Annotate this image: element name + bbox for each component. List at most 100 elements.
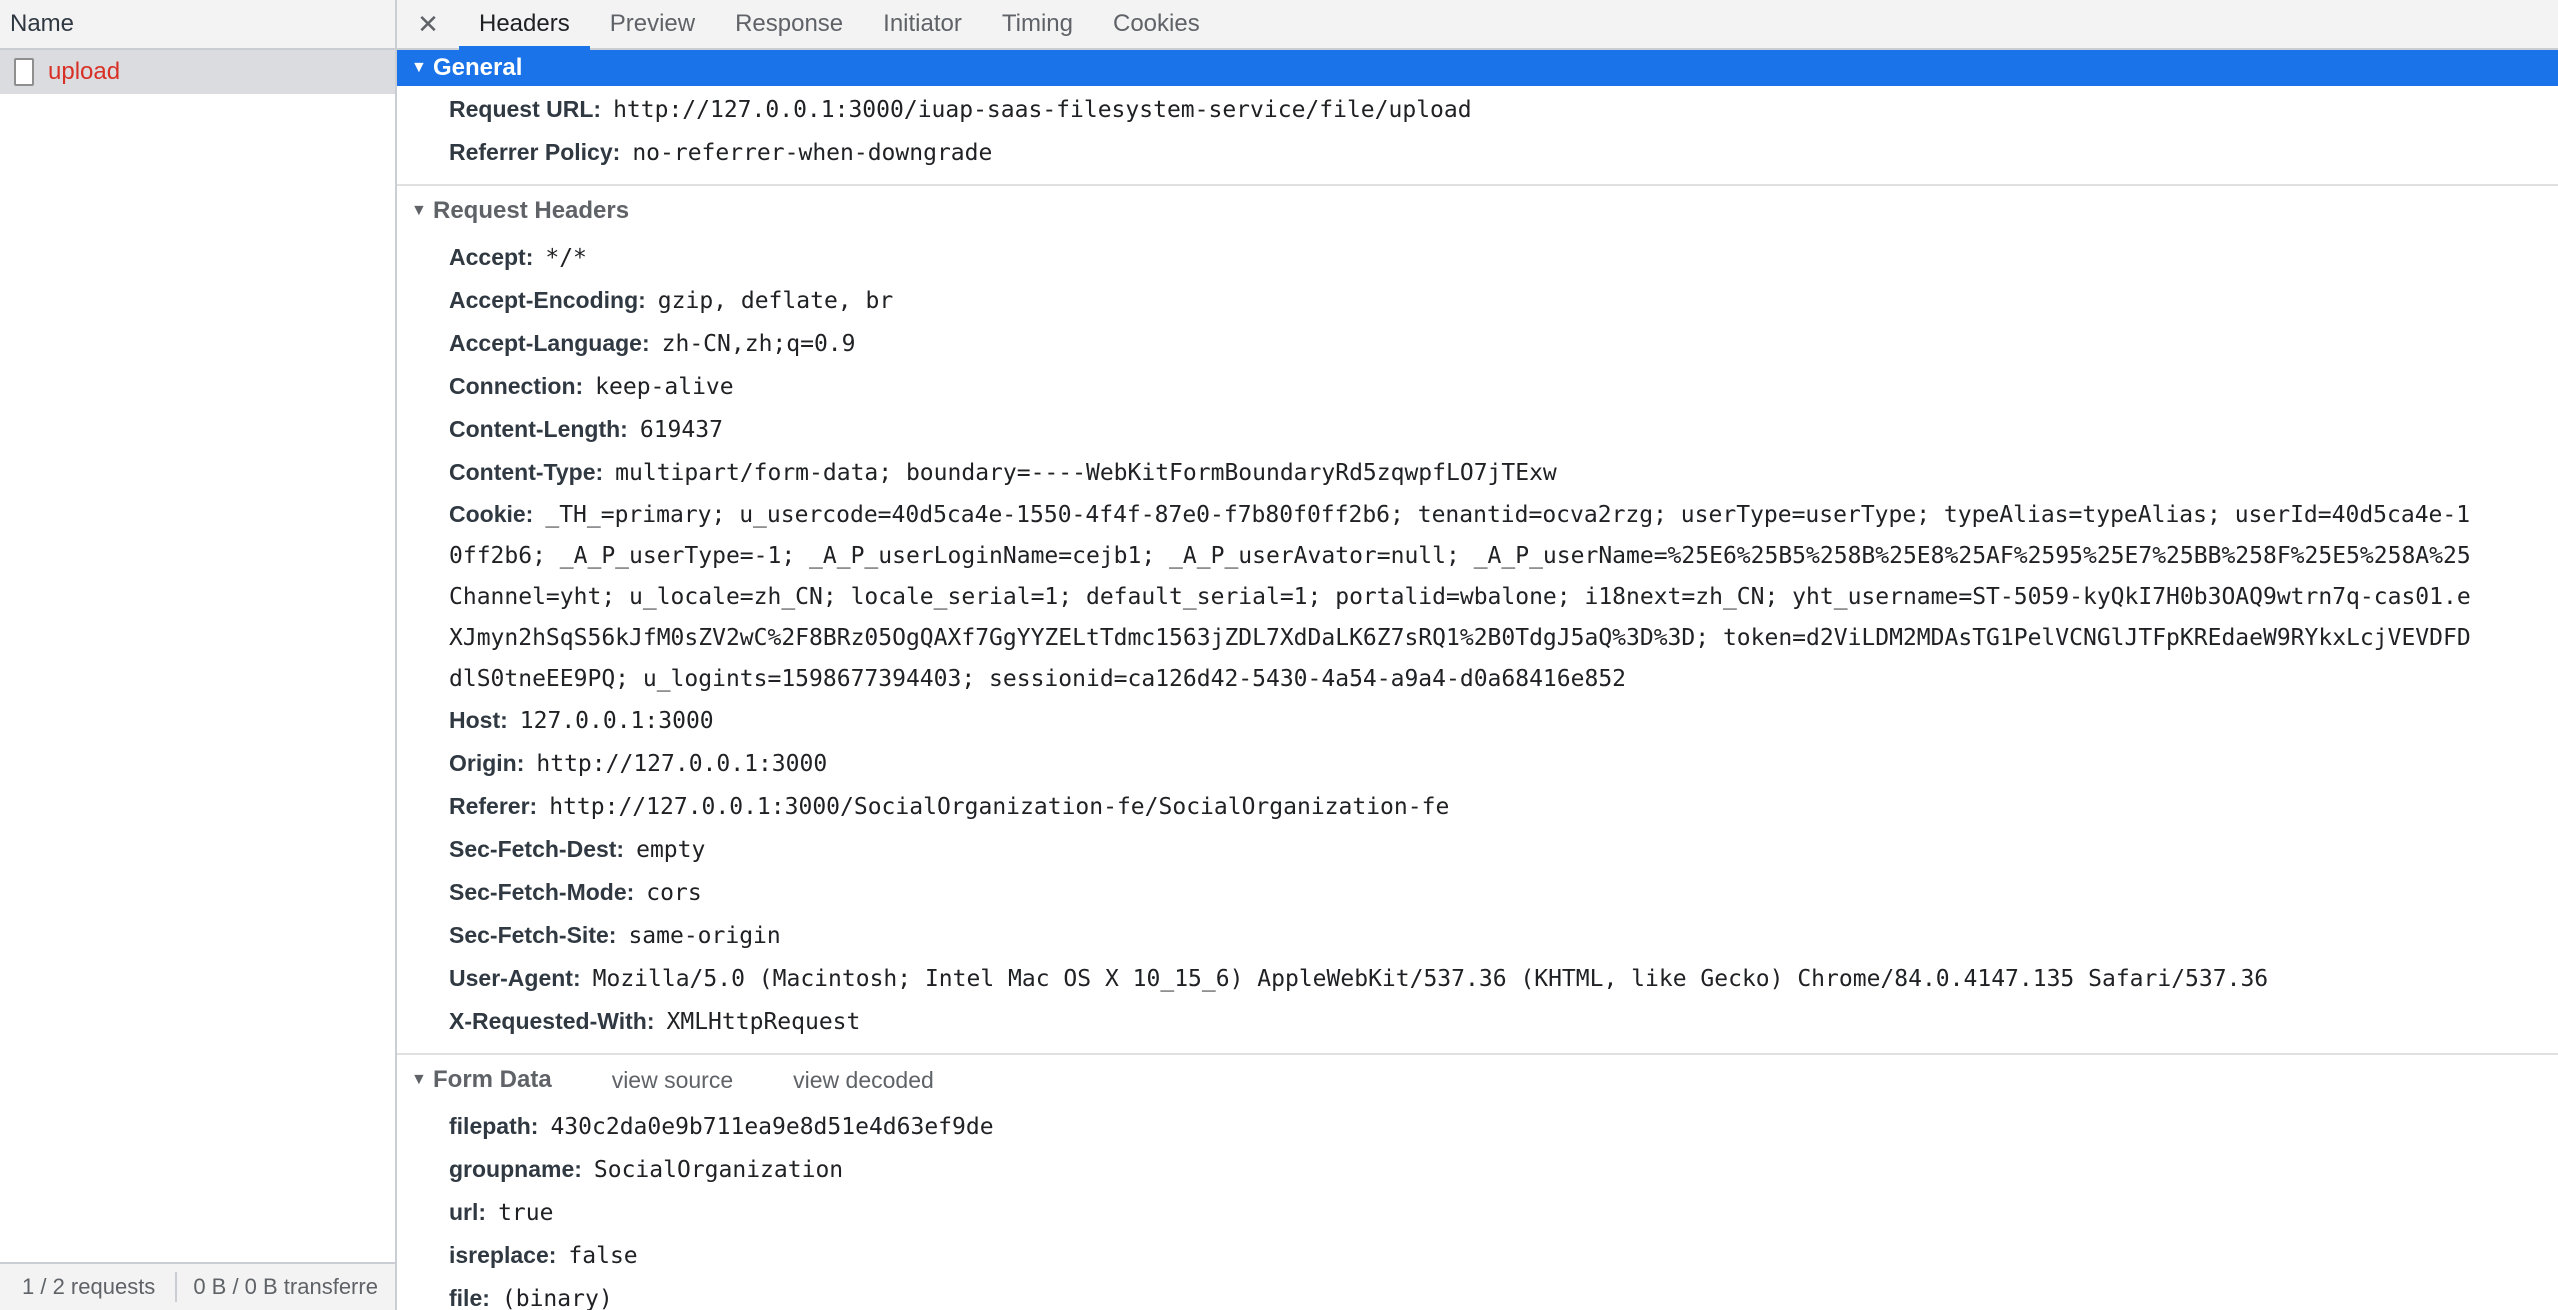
form-key: isreplace: <box>449 1242 557 1268</box>
header-key: Accept-Encoding: <box>449 287 646 313</box>
form-row: isreplace: false <box>449 1234 2558 1277</box>
name-column-header[interactable]: Name <box>0 0 395 50</box>
cookie-line: Channel=yht; u_locale=zh_CN; locale_seri… <box>449 576 2558 617</box>
header-row: Request URL: http://127.0.0.1:3000/iuap-s… <box>449 88 2558 131</box>
header-row: Sec-Fetch-Dest: empty <box>449 828 2558 871</box>
tab-headers[interactable]: Headers <box>459 0 590 50</box>
view-source-link[interactable]: view source <box>612 1067 733 1094</box>
header-key: Host: <box>449 707 508 733</box>
header-value: zh-CN,zh;q=0.9 <box>661 331 856 357</box>
form-value: true <box>498 1200 554 1226</box>
header-row: Sec-Fetch-Mode: cors <box>449 871 2558 914</box>
form-key: url: <box>449 1199 487 1225</box>
cookie-value: Channel=yht; u_locale=zh_CN; locale_seri… <box>449 584 2471 610</box>
header-key: Accept: <box>449 244 534 270</box>
general-section-header[interactable]: ▼ General <box>397 50 2558 86</box>
form-row: url: true <box>449 1191 2558 1234</box>
header-key: Content-Type: <box>449 459 604 485</box>
header-value: 127.0.0.1:3000 <box>519 708 714 734</box>
tab-preview[interactable]: Preview <box>590 0 715 48</box>
view-decoded-link[interactable]: view decoded <box>793 1067 934 1094</box>
header-value: http://127.0.0.1:3000/iuap-saas-filesyst… <box>613 97 1472 123</box>
section-title: Request Headers <box>433 197 630 224</box>
collapse-triangle-icon: ▼ <box>411 202 427 219</box>
request-headers-section-header[interactable]: ▼ Request Headers <box>397 186 2558 236</box>
request-list-panel: Name upload 1 / 2 requests 0 B / 0 B tra… <box>0 0 397 1310</box>
form-key: groupname: <box>449 1156 582 1182</box>
tab-response[interactable]: Response <box>715 0 863 48</box>
header-value: multipart/form-data; boundary=----WebKit… <box>615 460 1557 486</box>
header-value: no-referrer-when-downgrade <box>632 140 993 166</box>
header-value: */* <box>545 245 587 271</box>
header-key: Referrer Policy: <box>449 139 621 165</box>
request-header-rows: Accept: */* Accept-Encoding: gzip, deflate… <box>397 236 2558 1043</box>
form-row: groupname: SocialOrganization <box>449 1148 2558 1191</box>
header-value: 619437 <box>639 417 723 443</box>
form-data-rows: filepath: 430c2da0e9b711ea9e8d51e4d63ef9d… <box>397 1105 2558 1310</box>
header-value: gzip, deflate, br <box>657 288 894 314</box>
cookie-line: dlS0tneEE9PQ; u_logints=1598677394403; s… <box>449 658 2558 699</box>
form-data-section-header[interactable]: ▼ Form Data view source view decoded <box>397 1055 2558 1105</box>
request-details-panel: ✕ Headers Preview Response Initiator Tim… <box>397 0 2558 1310</box>
form-value: (binary) <box>501 1286 613 1310</box>
header-key: Sec-Fetch-Dest: <box>449 836 625 862</box>
header-value: same-origin <box>628 923 781 949</box>
header-row: Sec-Fetch-Site: same-origin <box>449 914 2558 957</box>
cookie-line: 0ff2b6; _A_P_userType=-1; _A_P_userLogin… <box>449 535 2558 576</box>
form-key: filepath: <box>449 1113 539 1139</box>
request-row-upload[interactable]: upload <box>0 50 395 94</box>
cookie-value: XJmyn2hSqS56kJfM0sZV2wC%2F8BRz05OgQAXf7G… <box>449 625 2471 651</box>
cookie-value: 0ff2b6; _A_P_userType=-1; _A_P_userLogin… <box>449 543 2471 569</box>
header-key: User-Agent: <box>449 965 581 991</box>
header-key: X-Requested-With: <box>449 1008 655 1034</box>
header-row: X-Requested-With: XMLHttpRequest <box>449 1000 2558 1043</box>
collapse-triangle-icon: ▼ <box>411 59 427 76</box>
general-rows: Request URL: http://127.0.0.1:3000/iuap-s… <box>397 86 2558 174</box>
header-key: Accept-Language: <box>449 330 650 356</box>
collapse-triangle-icon: ▼ <box>411 1071 427 1088</box>
cookie-value: _TH_=primary; u_usercode=40d5ca4e-1550-4… <box>545 502 2471 528</box>
document-icon <box>14 58 34 86</box>
header-row: Connection: keep-alive <box>449 365 2558 408</box>
cookie-header: Cookie: _TH_=primary; u_usercode=40d5ca4e… <box>449 494 2558 699</box>
section-title: General <box>433 54 523 81</box>
tab-initiator[interactable]: Initiator <box>863 0 982 48</box>
header-value: empty <box>636 837 706 863</box>
form-row: filepath: 430c2da0e9b711ea9e8d51e4d63ef9d… <box>449 1105 2558 1148</box>
header-key: Sec-Fetch-Mode: <box>449 879 635 905</box>
header-value: Mozilla/5.0 (Macintosh; Intel Mac OS X 1… <box>592 966 2269 992</box>
cookie-line: XJmyn2hSqS56kJfM0sZV2wC%2F8BRz05OgQAXf7G… <box>449 617 2558 658</box>
header-row: Origin: http://127.0.0.1:3000 <box>449 742 2558 785</box>
network-status-bar: 1 / 2 requests 0 B / 0 B transferre <box>0 1262 395 1310</box>
header-key: Sec-Fetch-Site: <box>449 922 617 948</box>
tab-timing[interactable]: Timing <box>982 0 1093 48</box>
header-key: Cookie: <box>449 501 534 527</box>
tab-cookies[interactable]: Cookies <box>1093 0 1220 48</box>
header-key: Referer: <box>449 793 538 819</box>
header-row: Content-Type: multipart/form-data; bounda… <box>449 451 2558 494</box>
cookie-line: Cookie: _TH_=primary; u_usercode=40d5ca4e… <box>449 494 2558 535</box>
header-key: Content-Length: <box>449 416 628 442</box>
header-row: Host: 127.0.0.1:3000 <box>449 699 2558 742</box>
header-row: Accept-Encoding: gzip, deflate, br <box>449 279 2558 322</box>
header-row: Accept-Language: zh-CN,zh;q=0.9 <box>449 322 2558 365</box>
details-tab-bar: ✕ Headers Preview Response Initiator Tim… <box>397 0 2558 50</box>
header-row: Content-Length: 619437 <box>449 408 2558 451</box>
header-key: Connection: <box>449 373 584 399</box>
close-icon[interactable]: ✕ <box>415 9 441 40</box>
header-row: User-Agent: Mozilla/5.0 (Macintosh; Intel… <box>449 957 2558 1000</box>
form-value: 430c2da0e9b711ea9e8d51e4d63ef9de <box>550 1114 994 1140</box>
form-key: file: <box>449 1285 490 1310</box>
header-value: http://127.0.0.1:3000 <box>536 751 828 777</box>
name-column-label: Name <box>10 10 75 37</box>
form-value: SocialOrganization <box>593 1157 844 1183</box>
request-name: upload <box>48 58 121 85</box>
form-value: false <box>568 1243 638 1269</box>
header-value: XMLHttpRequest <box>666 1009 861 1035</box>
header-key: Origin: <box>449 750 525 776</box>
header-key: Request URL: <box>449 96 602 122</box>
form-row: file: (binary) <box>449 1277 2558 1310</box>
transfer-size: 0 B / 0 B transferre <box>193 1274 378 1299</box>
header-value: cors <box>646 880 702 906</box>
cookie-value: dlS0tneEE9PQ; u_logints=1598677394403; s… <box>449 666 1627 692</box>
